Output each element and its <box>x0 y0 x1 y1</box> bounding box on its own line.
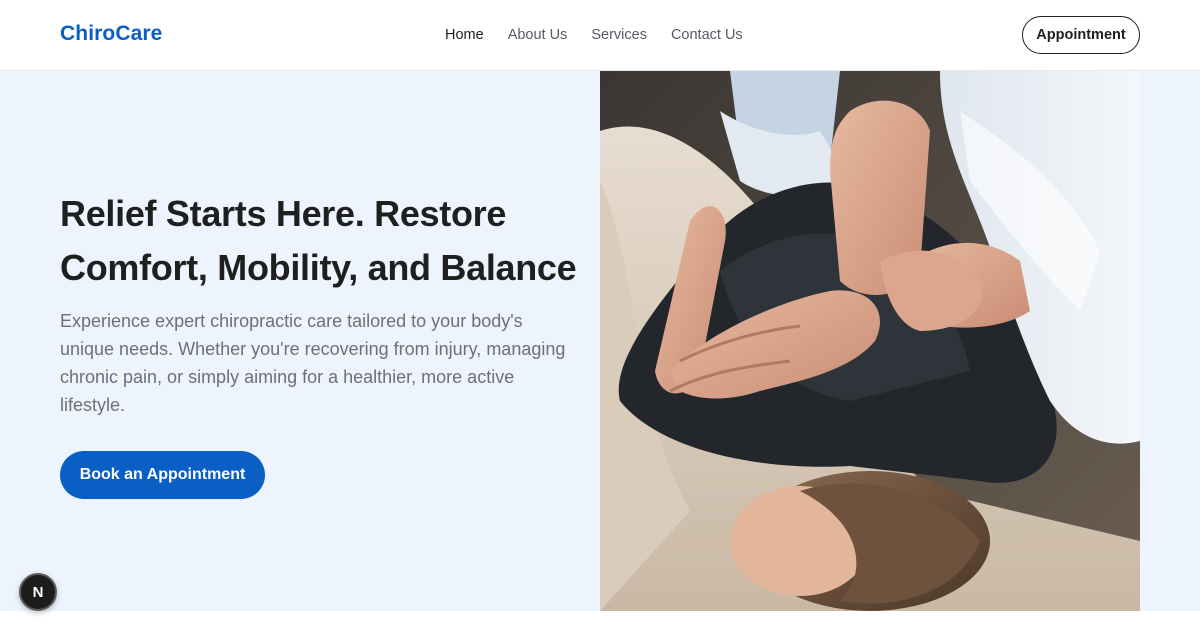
nav-item-about-us[interactable]: About Us <box>508 27 568 43</box>
brand-logo[interactable]: ChiroCare <box>60 22 162 46</box>
nav-item-home[interactable]: Home <box>445 27 484 43</box>
dev-tools-badge[interactable]: N <box>19 573 57 611</box>
nav-item-contact-us[interactable]: Contact Us <box>671 27 743 43</box>
chiropractic-adjustment-photo <box>600 71 1140 611</box>
nav-item-services[interactable]: Services <box>591 27 647 43</box>
site-header: ChiroCare Home About Us Services Contact… <box>0 0 1200 71</box>
hero-section: Relief Starts Here. Restore Comfort, Mob… <box>0 71 1200 611</box>
hero-description: Experience expert chiropractic care tail… <box>60 311 566 415</box>
appointment-button[interactable]: Appointment <box>1022 16 1140 54</box>
main-nav: Home About Us Services Contact Us <box>445 27 743 43</box>
page-footer-strip <box>0 611 1200 630</box>
hero-title: Relief Starts Here. Restore Comfort, Mob… <box>60 193 577 288</box>
book-appointment-button[interactable]: Book an Appointment <box>60 451 265 499</box>
